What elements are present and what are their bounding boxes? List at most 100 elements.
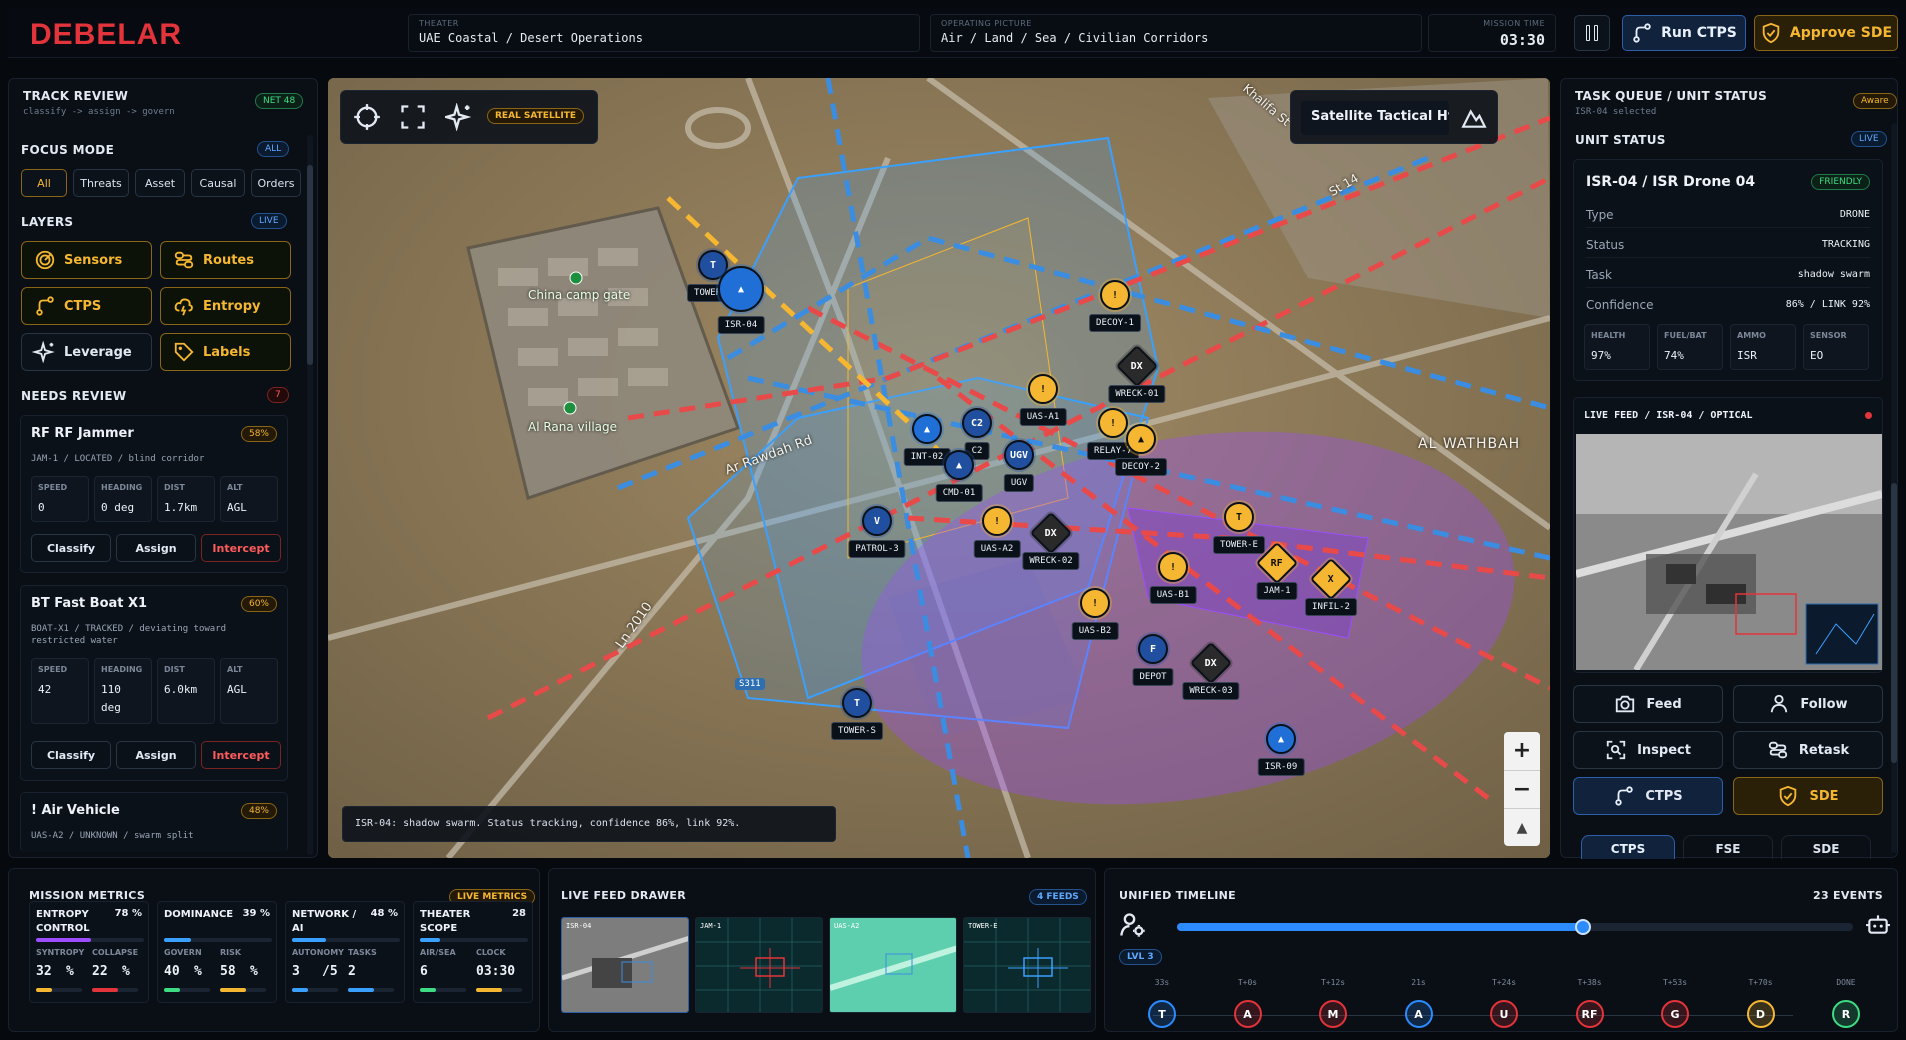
intercept-button[interactable]: Intercept — [201, 534, 281, 562]
timeline-event-node[interactable]: RF — [1575, 1000, 1604, 1028]
row-value: TRACKING — [1821, 239, 1870, 250]
circle-marker-icon: ! — [1080, 588, 1110, 618]
compass-button[interactable]: ▲ — [1504, 808, 1540, 846]
marker-isr-04[interactable]: ▲ ISR-04 — [706, 266, 776, 346]
layer-sensors-toggle[interactable]: Sensors — [21, 241, 152, 279]
locate-button[interactable] — [353, 103, 381, 131]
timeline-event-node[interactable]: D — [1746, 1000, 1775, 1028]
theater-box[interactable]: THEATER UAE Coastal / Desert Operations — [408, 14, 920, 52]
marker-decoy-2[interactable]: ▲ DECOY-2 — [1106, 424, 1176, 484]
zoom-in-button[interactable]: + — [1504, 732, 1540, 770]
card-stat-alt: ALT AGL — [220, 658, 278, 724]
marker-tower-s[interactable]: T TOWER-S — [822, 688, 892, 748]
metric-sub-label: CLOCK — [476, 948, 506, 957]
timeline-event-node[interactable]: A — [1233, 1000, 1262, 1028]
layer-leverage-toggle[interactable]: Leverage — [21, 333, 152, 371]
pause-button[interactable] — [1574, 15, 1610, 51]
tab-fse[interactable]: FSE — [1683, 835, 1773, 859]
feed-thumb-uasa2[interactable]: UAS-A2 — [829, 917, 957, 1013]
marker-decoy-1[interactable]: ! DECOY-1 — [1080, 280, 1150, 340]
run-ctps-label: Run CTPS — [1661, 25, 1737, 41]
marker-uas-b1[interactable]: ! UAS-B1 — [1138, 552, 1208, 612]
timeline-event-node[interactable]: U — [1490, 1000, 1518, 1028]
marker-patrol-3[interactable]: V PATROL-3 — [842, 506, 912, 566]
right-scrollbar-thumb[interactable] — [1891, 483, 1897, 763]
sde-button[interactable]: SDE — [1733, 777, 1883, 815]
zoom-out-button[interactable]: − — [1504, 770, 1540, 808]
circle-marker-icon: T — [842, 688, 872, 718]
feed-button[interactable]: Feed — [1573, 685, 1723, 723]
left-scrollbar-thumb[interactable] — [307, 165, 313, 365]
metric-sub-value: 3 — [292, 964, 300, 979]
marker-label: INFIL-2 — [1305, 598, 1357, 616]
tab-ctps[interactable]: CTPS — [1581, 835, 1675, 859]
focus-chip-threats[interactable]: Threats — [73, 169, 129, 197]
timeline-event-time: DONE — [1836, 978, 1856, 987]
metric-card[interactable]: THEATER SCOPE 28 AIR/SEA CLOCK 6 03:30 — [413, 901, 533, 1003]
retask-button[interactable]: Retask — [1733, 731, 1883, 769]
fullscreen-button[interactable] — [399, 103, 427, 131]
feed-label: Feed — [1646, 696, 1682, 712]
timeline-event-node[interactable]: T — [1148, 1000, 1176, 1028]
feed-thumb-view — [696, 918, 822, 1012]
marker-wreck-02[interactable]: DX WRECK-02 — [1016, 511, 1086, 578]
timeline-bot-button[interactable] — [1865, 911, 1891, 937]
tactical-map[interactable]: China camp gate Al Rana village Ar Rawda… — [328, 78, 1550, 858]
metric-card[interactable]: ENTROPY CONTROL 78 % SYNTROPY COLLAPSE 32% 22… — [29, 901, 149, 1003]
marker-isr-09[interactable]: ▲ ISR-09 — [1246, 724, 1316, 784]
basemap-group: Satellite Tactical Hybrid — [1290, 90, 1498, 144]
marker-ugv[interactable]: UGV UGV — [984, 440, 1054, 500]
review-card-boat[interactable]: BT Fast Boat X1 60% BOAT-X1 / TRACKED / … — [20, 585, 288, 781]
layer-ctps-toggle[interactable]: CTPS — [21, 287, 152, 325]
metric-card[interactable]: NETWORK / AI 48 % AUTONOMY TASKS 3/5 2 — [285, 901, 405, 1003]
right-scrollbar[interactable] — [1891, 123, 1897, 853]
tab-sde[interactable]: SDE — [1781, 835, 1871, 859]
timeline-event-node[interactable]: M — [1319, 1000, 1347, 1028]
timeline-event-node[interactable]: A — [1404, 1000, 1433, 1028]
layer-labels-toggle[interactable]: Labels — [160, 333, 291, 371]
run-ctps-button[interactable]: Run CTPS — [1622, 15, 1746, 51]
layer-entropy-toggle[interactable]: Entropy — [160, 287, 291, 325]
operating-picture-box[interactable]: OPERATING PICTURE Air / Land / Sea / Civ… — [930, 14, 1422, 52]
intercept-button[interactable]: Intercept — [201, 741, 281, 769]
focus-chip-all[interactable]: All — [21, 169, 67, 197]
timeline-settings-button[interactable] — [1119, 911, 1147, 939]
inspect-button[interactable]: Inspect — [1573, 731, 1723, 769]
classify-button[interactable]: Classify — [31, 741, 111, 769]
review-card-jammer[interactable]: RF RF Jammer 58% JAM-1 / LOCATED / blind… — [20, 415, 288, 573]
assign-button[interactable]: Assign — [116, 741, 196, 769]
timeline-event-node[interactable]: G — [1661, 1000, 1689, 1028]
focus-chip-causal[interactable]: Causal — [191, 169, 245, 197]
basemap-select[interactable]: Satellite Tactical Hybrid — [1301, 101, 1449, 135]
feed-thumb-jam1[interactable]: JAM-1 — [695, 917, 823, 1013]
vital-value: ISR — [1737, 349, 1757, 362]
marker-infil-2[interactable]: X INFIL-2 — [1296, 557, 1366, 624]
focus-chip-orders[interactable]: Orders — [251, 169, 301, 197]
mountain-icon — [1461, 109, 1487, 128]
review-card-air-vehicle[interactable]: ! Air Vehicle 48% UAS-A2 / UNKNOWN / swa… — [20, 792, 288, 852]
metric-card[interactable]: DOMINANCE 39 % GOVERN RISK 40% 58% — [157, 901, 277, 1003]
metric-sub-bar-fill — [476, 988, 502, 992]
ctps-button[interactable]: CTPS — [1573, 777, 1723, 815]
marker-label: UAS-A1 — [1019, 408, 1067, 426]
timeline-event-node[interactable]: R — [1832, 1000, 1860, 1028]
retask-label: Retask — [1798, 742, 1850, 758]
timeline-scrubber-knob[interactable] — [1574, 919, 1591, 935]
optical-feed-image[interactable] — [1576, 434, 1882, 670]
follow-button[interactable]: Follow — [1733, 685, 1883, 723]
feed-thumb-towere[interactable]: TOWER-E — [963, 917, 1091, 1013]
left-scrollbar[interactable] — [307, 135, 313, 855]
approve-sde-button[interactable]: Approve SDE — [1754, 15, 1898, 51]
layer-routes-toggle[interactable]: Routes — [160, 241, 291, 279]
marker-uas-a1[interactable]: ! UAS-A1 — [1008, 374, 1078, 434]
terrain-button[interactable] — [1461, 105, 1487, 131]
marker-wreck-01[interactable]: DX WRECK-01 — [1102, 344, 1172, 411]
assign-button[interactable]: Assign — [116, 534, 196, 562]
feed-thumb-isr04[interactable]: ISR-04 — [561, 917, 689, 1013]
marker-wreck-03[interactable]: DX WRECK-03 — [1176, 641, 1246, 708]
classify-button[interactable]: Classify — [31, 534, 111, 562]
ai-assist-button[interactable] — [441, 102, 473, 132]
timeline-scrubber-track[interactable] — [1177, 919, 1853, 935]
focus-chip-asset[interactable]: Asset — [135, 169, 185, 197]
unit-status-badge: LIVE — [1851, 131, 1887, 147]
